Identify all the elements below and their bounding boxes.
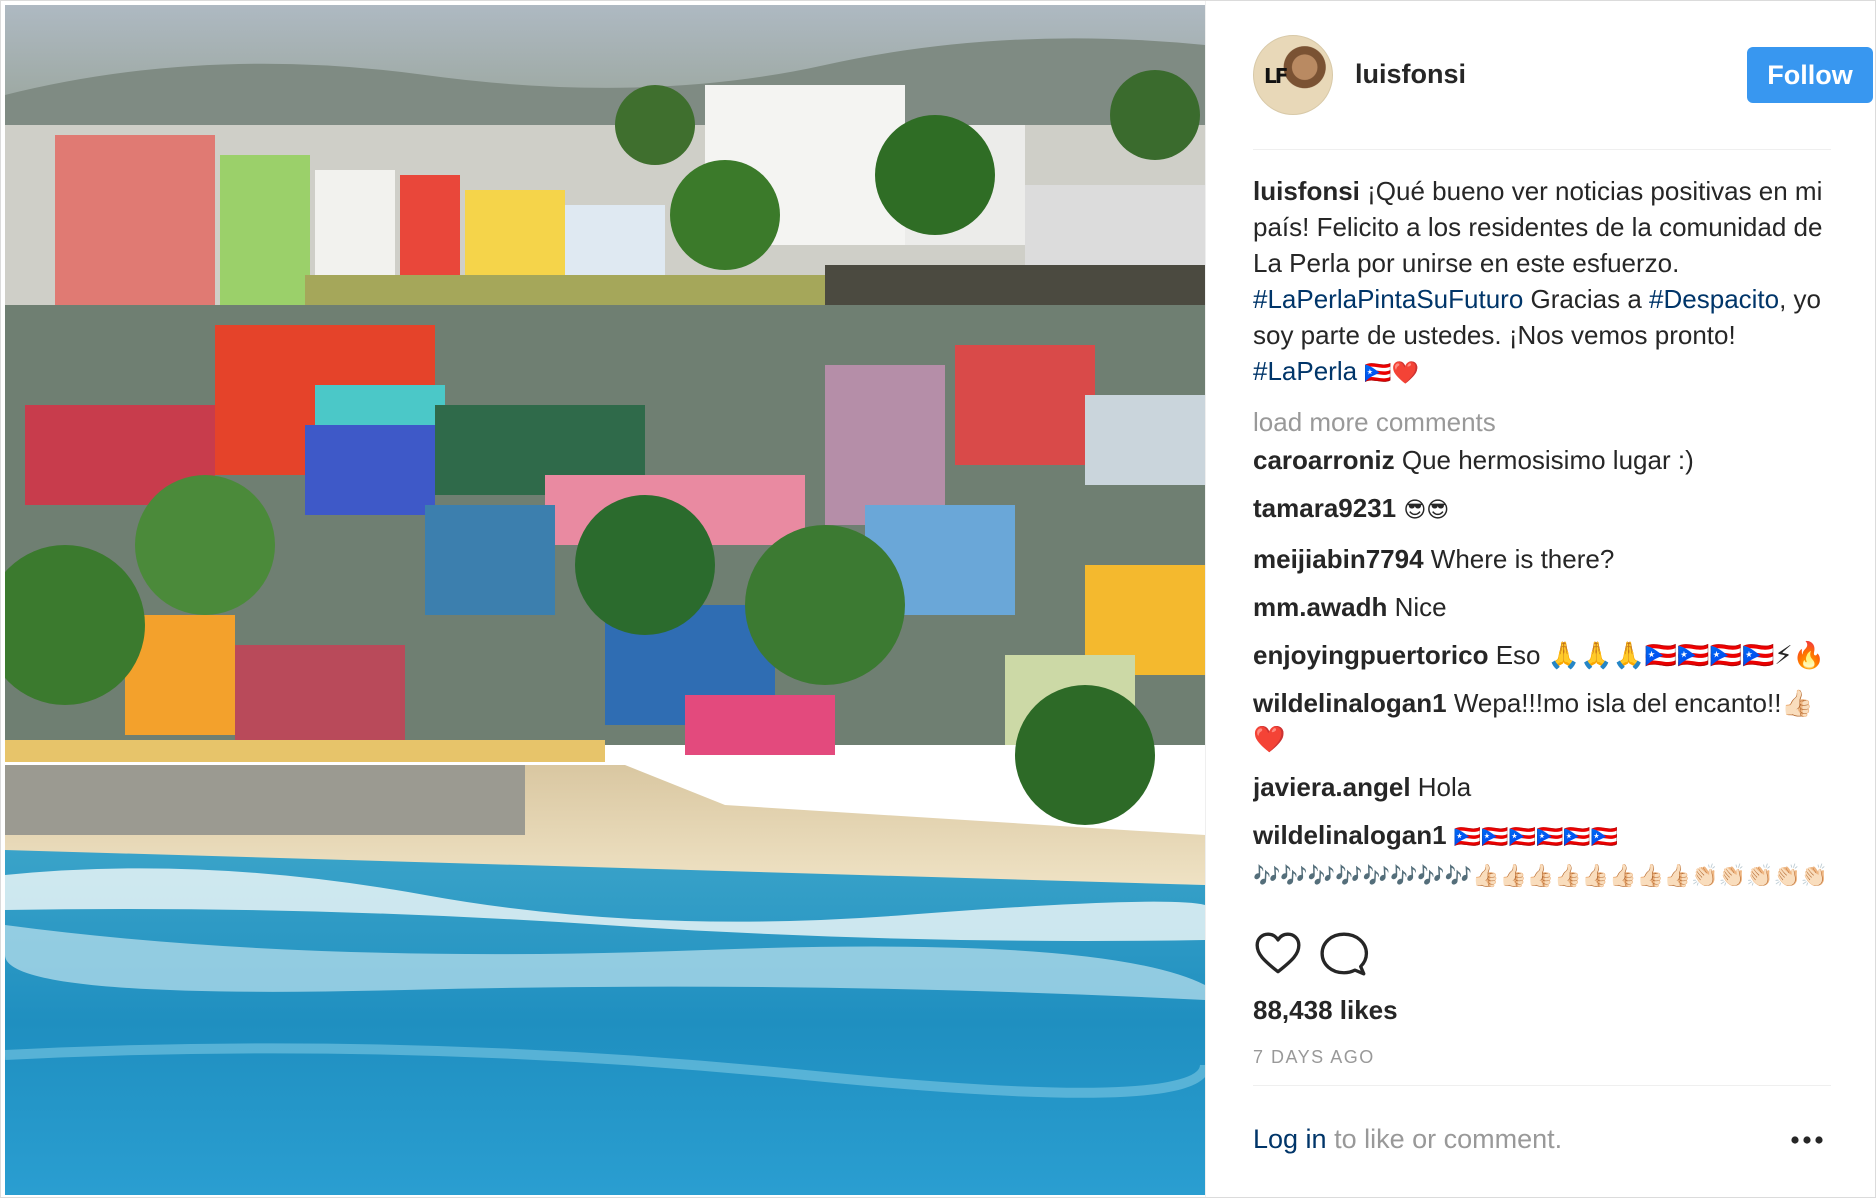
- comment-item: mm.awadh Nice: [1253, 589, 1831, 625]
- comment-item: enjoyingpuertorico Eso 🙏🙏🙏🇵🇷🇵🇷🇵🇷🇵🇷⚡🔥: [1253, 637, 1831, 673]
- comment-username[interactable]: tamara9231: [1253, 493, 1396, 523]
- load-more-comments-link[interactable]: load more comments: [1253, 404, 1831, 440]
- caption-username[interactable]: luisfonsi: [1253, 176, 1360, 206]
- comment-username[interactable]: wildelinalogan1: [1253, 820, 1447, 850]
- comment-username[interactable]: caroarroniz: [1253, 445, 1395, 475]
- login-link[interactable]: Log in: [1253, 1124, 1327, 1154]
- action-bar: [1253, 929, 1831, 989]
- hashtag-laperla[interactable]: #LaPerla: [1253, 356, 1357, 386]
- caption-emoji: 🇵🇷❤️: [1364, 361, 1420, 386]
- username[interactable]: luisfonsi: [1355, 59, 1466, 90]
- post-frame: LF luisfonsi Follow luisfonsi ¡Qué bueno…: [0, 0, 1876, 1198]
- follow-button[interactable]: Follow: [1747, 47, 1873, 103]
- post-panel: LF luisfonsi Follow luisfonsi ¡Qué bueno…: [1206, 1, 1875, 1197]
- comment-item: wildelinalogan1 Wepa!!!mo isla del encan…: [1253, 685, 1831, 757]
- comment-username[interactable]: mm.awadh: [1253, 592, 1387, 622]
- comment-item: meijiabin7794 Where is there?: [1253, 541, 1831, 577]
- comment-item: javiera.angel Hola: [1253, 769, 1831, 805]
- comment-username[interactable]: wildelinalogan1: [1253, 688, 1447, 718]
- caption: luisfonsi ¡Qué bueno ver noticias positi…: [1253, 173, 1831, 392]
- comment-text: 😎😎: [1403, 498, 1450, 523]
- comment-username[interactable]: meijiabin7794: [1253, 544, 1424, 574]
- comment-text: Nice: [1394, 592, 1447, 622]
- comment-item: tamara9231 😎😎: [1253, 490, 1831, 529]
- comment-text: Where is there?: [1430, 544, 1615, 574]
- post-timestamp[interactable]: 7 DAYS AGO: [1253, 1047, 1375, 1068]
- comment-username[interactable]: javiera.angel: [1253, 772, 1411, 802]
- avatar[interactable]: LF: [1253, 35, 1333, 115]
- comment-text: Que hermosisimo lugar :): [1401, 445, 1694, 475]
- comment-text: Eso 🙏🙏🙏🇵🇷🇵🇷🇵🇷🇵🇷⚡🔥: [1495, 640, 1825, 670]
- comment-bubble-icon[interactable]: [1319, 929, 1369, 979]
- login-suffix: to like or comment.: [1334, 1124, 1563, 1154]
- comments-list: luisfonsi ¡Qué bueno ver noticias positi…: [1253, 173, 1831, 921]
- ellipsis-icon[interactable]: [1787, 1130, 1827, 1150]
- comment-username[interactable]: enjoyingpuertorico: [1253, 640, 1488, 670]
- hashtag-despacito[interactable]: #Despacito: [1649, 284, 1779, 314]
- post-header: LF luisfonsi Follow: [1253, 31, 1873, 150]
- heart-icon[interactable]: [1253, 929, 1303, 979]
- comment-item: caroarroniz Que hermosisimo lugar :): [1253, 442, 1831, 478]
- caption-text-2: Gracias a: [1530, 284, 1642, 314]
- login-prompt: Log in to like or comment.: [1253, 1124, 1562, 1155]
- la-perla-photo: [5, 5, 1205, 1195]
- likes-count[interactable]: 88,438 likes: [1253, 995, 1398, 1026]
- hashtag-laperlapintasufuturo[interactable]: #LaPerlaPintaSuFuturo: [1253, 284, 1523, 314]
- comment-text: Hola: [1417, 772, 1472, 802]
- avatar-logo-icon: LF: [1264, 64, 1288, 88]
- comment-item: wildelinalogan1 🇵🇷🇵🇷🇵🇷🇵🇷🇵🇷🇵🇷 🎶🎶🎶🎶🎶🎶🎶🎶👍🏻👍…: [1253, 817, 1831, 895]
- post-photo[interactable]: [5, 5, 1205, 1195]
- comment-footer: Log in to like or comment.: [1253, 1085, 1831, 1196]
